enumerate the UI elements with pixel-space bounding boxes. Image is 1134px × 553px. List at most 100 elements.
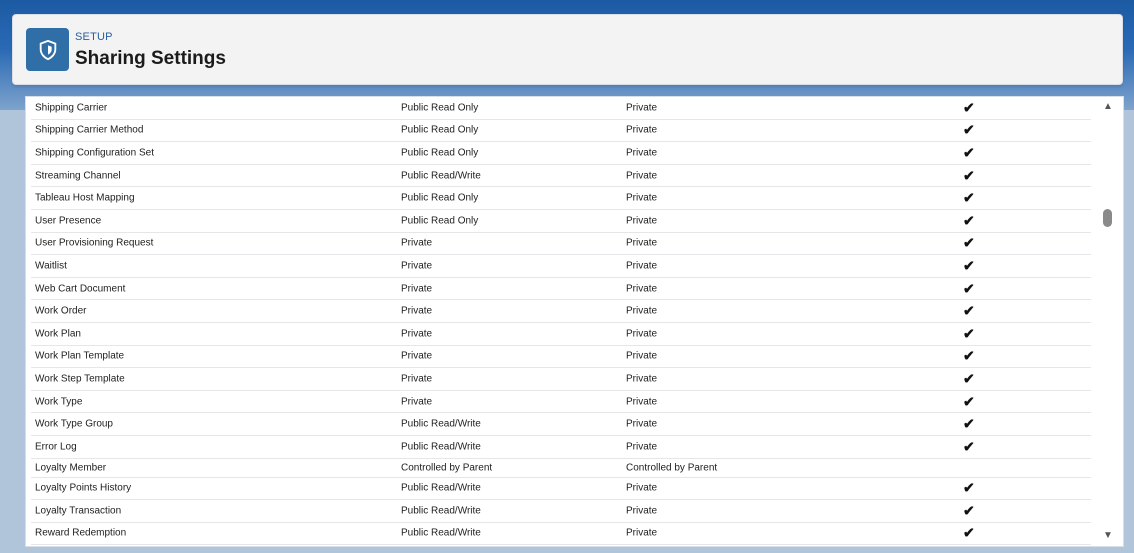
table-row: Loyalty Member Controlled by Parent Contro…: [31, 459, 1091, 478]
checkmark-icon: ✔: [963, 347, 975, 364]
table-row: Shipping Carrier Public Read Only Private ✔: [31, 97, 1091, 120]
object-name: Work Type: [35, 396, 83, 408]
table-row: Loyalty Transaction Public Read/Write Priv…: [31, 500, 1091, 523]
object-name: Web Cart Document: [35, 283, 126, 295]
object-name: Streaming Channel: [35, 170, 121, 182]
default-external-access: Private: [626, 482, 658, 494]
object-name: Loyalty Points History: [35, 482, 132, 494]
checkmark-icon: ✔: [963, 280, 975, 297]
object-name: Loyalty Member: [35, 462, 107, 473]
default-external-access: Private: [626, 305, 658, 317]
table-row: Streaming Channel Public Read/Write Privat…: [31, 165, 1091, 188]
default-external-access: Private: [626, 373, 658, 385]
shield-icon: [26, 28, 69, 71]
table-row: User Presence Public Read Only Private ✔: [31, 210, 1091, 233]
default-internal-access: Public Read/Write: [401, 418, 481, 430]
object-name: Work Order: [35, 305, 87, 317]
table-row: User Provisioning Request Private Private ✔: [31, 233, 1091, 256]
default-internal-access: Private: [401, 328, 433, 340]
default-internal-access: Public Read/Write: [401, 482, 481, 494]
table-row: Work Type Private Private ✔: [31, 391, 1091, 414]
default-internal-access: Private: [401, 260, 433, 272]
object-name: User Presence: [35, 215, 102, 227]
default-external-access: Controlled by Parent: [626, 462, 718, 473]
checkmark-icon: ✔: [963, 99, 975, 116]
default-internal-access: Public Read Only: [401, 124, 479, 136]
object-name: User Provisioning Request: [35, 237, 154, 249]
scroll-down-icon[interactable]: ▼: [1093, 528, 1123, 544]
object-name: Tableau Host Mapping: [35, 192, 135, 204]
default-external-access: Private: [626, 328, 658, 340]
object-name: Shipping Configuration Set: [35, 147, 154, 159]
table-row: Tableau Host Mapping Public Read Only Priv…: [31, 187, 1091, 210]
object-name: Loyalty Transaction: [35, 505, 122, 517]
default-internal-access: Public Read/Write: [401, 527, 481, 539]
default-external-access: Private: [626, 260, 658, 272]
default-internal-access: Public Read/Write: [401, 505, 481, 517]
object-name: Work Step Template: [35, 373, 125, 385]
default-external-access: Private: [626, 192, 658, 204]
table-row: Work Step Template Private Private ✔: [31, 368, 1091, 391]
checkmark-icon: ✔: [963, 325, 975, 342]
table-row: Work Plan Private Private ✔: [31, 323, 1091, 346]
checkmark-icon: ✔: [963, 234, 975, 251]
object-name: Work Plan: [35, 328, 81, 340]
default-internal-access: Public Read/Write: [401, 170, 481, 182]
checkmark-icon: ✔: [963, 393, 975, 410]
checkmark-icon: ✔: [963, 524, 975, 541]
checkmark-icon: ✔: [963, 167, 975, 184]
default-internal-access: Private: [401, 237, 433, 249]
default-internal-access: Public Read Only: [401, 147, 479, 159]
object-name: Shipping Carrier Method: [35, 124, 144, 136]
object-name: Reward Redemption: [35, 527, 127, 539]
default-internal-access: Private: [401, 350, 433, 362]
checkmark-icon: ✔: [963, 189, 975, 206]
checkmark-icon: ✔: [963, 479, 975, 496]
default-external-access: Private: [626, 170, 658, 182]
default-external-access: Private: [626, 102, 658, 114]
scroll-thumb[interactable]: [1103, 209, 1112, 227]
default-external-access: Private: [626, 215, 658, 227]
table-row: Reward Redemption Public Read/Write Privat…: [31, 523, 1091, 546]
checkmark-icon: ✔: [963, 302, 975, 319]
page-header: SETUP Sharing Settings: [12, 14, 1123, 85]
default-external-access: Private: [626, 441, 658, 453]
table-row: Waitlist Private Private ✔: [31, 255, 1091, 278]
object-name: Error Log: [35, 441, 77, 453]
default-internal-access: Public Read/Write: [401, 441, 481, 453]
table-row: Loyalty Points History Public Read/Write P…: [31, 478, 1091, 501]
checkmark-icon: ✔: [963, 212, 975, 229]
table-row: Work Plan Template Private Private ✔: [31, 346, 1091, 369]
checkmark-icon: ✔: [963, 415, 975, 432]
sharing-settings-table-panel: Shipping Carrier Public Read Only Private ✔…: [25, 96, 1124, 547]
default-external-access: Private: [626, 237, 658, 249]
default-external-access: Private: [626, 124, 658, 136]
checkmark-icon: ✔: [963, 370, 975, 387]
default-external-access: Private: [626, 505, 658, 517]
table-row: Work Order Private Private ✔: [31, 300, 1091, 323]
default-internal-access: Public Read Only: [401, 102, 479, 114]
default-external-access: Private: [626, 527, 658, 539]
checkmark-icon: ✔: [963, 502, 975, 519]
default-internal-access: Private: [401, 373, 433, 385]
default-internal-access: Private: [401, 283, 433, 295]
default-internal-access: Controlled by Parent: [401, 462, 493, 473]
table-row: Error Log Public Read/Write Private ✔: [31, 436, 1091, 459]
table-row: Web Cart Document Private Private ✔: [31, 278, 1091, 301]
scroll-up-icon[interactable]: ▲: [1093, 99, 1123, 115]
default-internal-access: Private: [401, 396, 433, 408]
page-title: Sharing Settings: [75, 48, 226, 69]
table-row: Shipping Carrier Method Public Read Only P…: [31, 120, 1091, 143]
default-external-access: Private: [626, 396, 658, 408]
object-name: Waitlist: [35, 260, 67, 272]
default-internal-access: Private: [401, 305, 433, 317]
vertical-scrollbar[interactable]: ▲ ▼: [1093, 97, 1123, 546]
table-row: Work Type Group Public Read/Write Private ✔: [31, 413, 1091, 436]
default-external-access: Private: [626, 283, 658, 295]
default-internal-access: Public Read Only: [401, 192, 479, 204]
sharing-settings-table: Shipping Carrier Public Read Only Private ✔…: [31, 97, 1091, 546]
checkmark-icon: ✔: [963, 144, 975, 161]
object-name: Work Type Group: [35, 418, 113, 430]
default-external-access: Private: [626, 147, 658, 159]
checkmark-icon: ✔: [963, 257, 975, 274]
